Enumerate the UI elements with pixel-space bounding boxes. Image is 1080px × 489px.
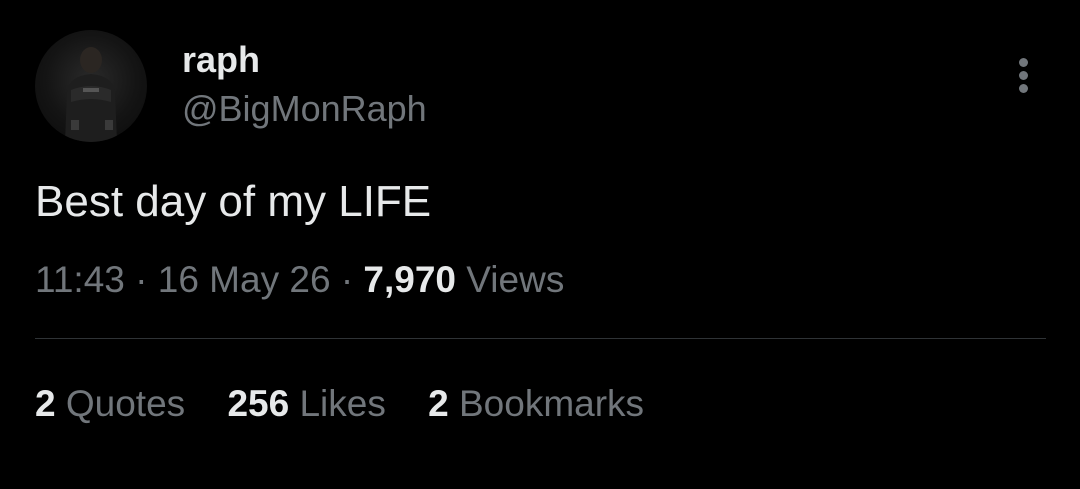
bookmarks-stat[interactable]: 2 Bookmarks: [428, 382, 644, 426]
author-display-name[interactable]: raph: [182, 38, 260, 82]
quotes-count: 2: [35, 383, 56, 424]
bookmarks-label: Bookmarks: [458, 383, 645, 424]
more-options-button[interactable]: [1004, 52, 1044, 100]
divider: [35, 338, 1046, 339]
author-handle[interactable]: @BigMonRaph: [182, 87, 427, 131]
more-vertical-icon-dot: [1019, 58, 1028, 67]
avatar[interactable]: [35, 30, 147, 142]
quotes-stat[interactable]: 2 Quotes: [35, 382, 185, 426]
tweet-date[interactable]: 16 May 26: [158, 259, 331, 300]
tweet-meta: 11:43 · 16 May 26 · 7,970 Views: [35, 258, 564, 302]
likes-label: Likes: [299, 383, 386, 424]
views-label: Views: [466, 259, 565, 300]
tweet: raph @BigMonRaph Best day of my LIFE 11:…: [0, 0, 1080, 489]
tweet-text: Best day of my LIFE: [35, 177, 432, 226]
bookmarks-count: 2: [428, 383, 449, 424]
views-count: 7,970: [363, 259, 457, 300]
more-vertical-icon-dot: [1019, 84, 1028, 93]
engagement-stats: 2 Quotes 256 Likes 2 Bookmarks: [35, 382, 676, 426]
avatar-photo-icon: [65, 47, 117, 142]
likes-count: 256: [227, 383, 290, 424]
tweet-time[interactable]: 11:43: [35, 259, 125, 300]
quotes-label: Quotes: [65, 383, 186, 424]
meta-separator: ·: [340, 259, 354, 300]
likes-stat[interactable]: 256 Likes: [227, 382, 385, 426]
more-vertical-icon-dot: [1019, 71, 1028, 80]
meta-separator: ·: [135, 259, 148, 300]
